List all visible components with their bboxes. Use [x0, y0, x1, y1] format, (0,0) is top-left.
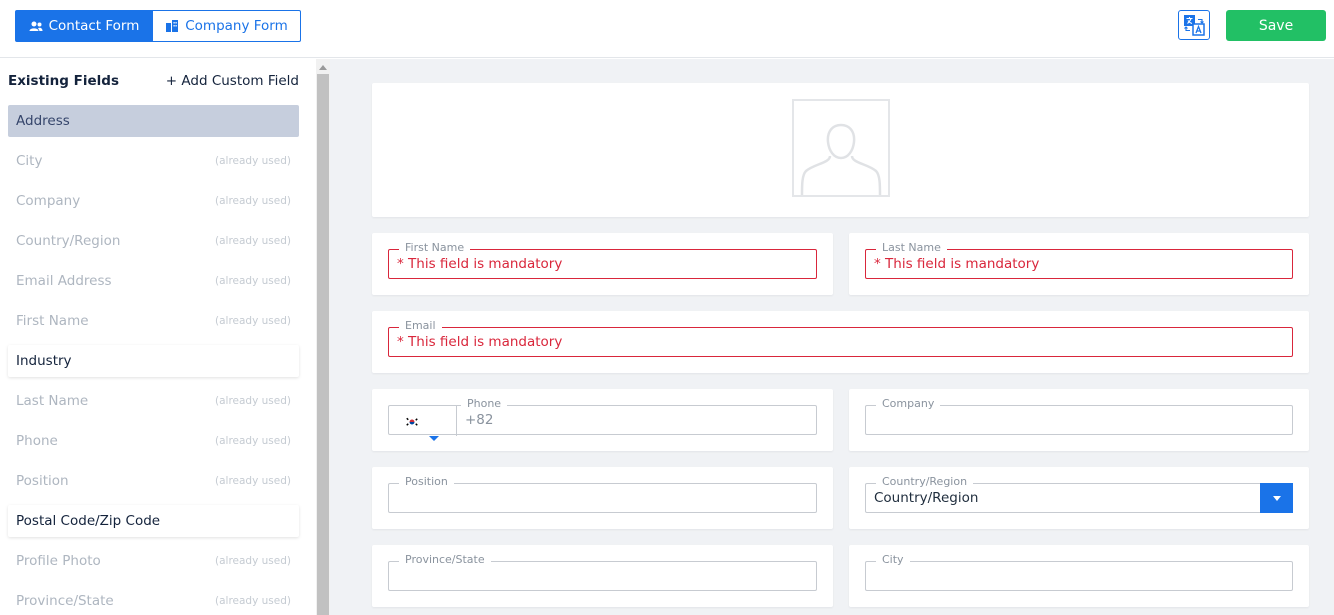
- first-name-label: First Name: [399, 241, 471, 255]
- first-name-card: First Name * This field is mandatory: [372, 233, 833, 295]
- country-value: Country/Region: [874, 490, 979, 506]
- first-name-field[interactable]: First Name * This field is mandatory: [388, 241, 817, 279]
- already-used-tag: (already used): [215, 275, 291, 287]
- position-field[interactable]: Position: [388, 475, 817, 513]
- chevron-down-icon: [429, 436, 439, 441]
- sidebar-scrollbar[interactable]: [316, 59, 330, 615]
- tab-company-form[interactable]: Company Form: [153, 10, 301, 42]
- last-name-error: * This field is mandatory: [874, 256, 1040, 272]
- field-item-label: Phone: [16, 433, 58, 449]
- email-label: Email: [399, 319, 442, 333]
- field-item[interactable]: Company (already used): [8, 185, 299, 217]
- translate-icon: [1184, 15, 1205, 36]
- profile-photo-card: [372, 83, 1309, 217]
- field-item-label: First Name: [16, 313, 89, 329]
- already-used-tag: (already used): [215, 235, 291, 247]
- profile-photo-placeholder[interactable]: [792, 99, 890, 197]
- scroll-thumb[interactable]: [317, 74, 329, 615]
- form-tabs: Contact Form Company Form: [15, 10, 301, 42]
- already-used-tag: (already used): [215, 395, 291, 407]
- email-field[interactable]: Email * This field is mandatory: [388, 319, 1293, 357]
- building-icon: [166, 20, 179, 32]
- field-item-label: Profile Photo: [16, 553, 101, 569]
- position-label: Position: [399, 475, 454, 489]
- field-item[interactable]: Phone (already used): [8, 425, 299, 457]
- tab-contact-form-label: Contact Form: [48, 18, 140, 34]
- save-button[interactable]: Save: [1226, 10, 1326, 41]
- company-card: Company: [849, 389, 1309, 451]
- field-item-label: Company: [16, 193, 81, 209]
- country-code-selector[interactable]: [389, 406, 457, 441]
- city-card: City: [849, 545, 1309, 607]
- country-select[interactable]: Country/Region Country/Region: [865, 475, 1293, 513]
- fields-sidebar: Existing Fields + Add Custom Field Addre…: [0, 59, 316, 615]
- phone-card: Phone +82: [372, 389, 833, 451]
- field-item-label: Province/State: [16, 593, 114, 609]
- tab-contact-form[interactable]: Contact Form: [15, 10, 153, 42]
- avatar-icon: [800, 123, 882, 196]
- position-card: Position: [372, 467, 833, 529]
- already-used-tag: (already used): [215, 555, 291, 567]
- field-item[interactable]: Industry: [8, 345, 299, 377]
- scroll-up-arrow[interactable]: [319, 65, 327, 70]
- field-item-label: Email Address: [16, 273, 112, 289]
- users-icon: [29, 21, 43, 31]
- phone-label: Phone: [461, 397, 508, 411]
- field-item[interactable]: Email Address (already used): [8, 265, 299, 297]
- company-field[interactable]: Company: [865, 397, 1293, 435]
- field-item-label: Country/Region: [16, 233, 121, 249]
- top-bar: Contact Form Company Form Save: [0, 0, 1334, 58]
- field-item[interactable]: Position (already used): [8, 465, 299, 497]
- last-name-field[interactable]: Last Name * This field is mandatory: [865, 241, 1293, 279]
- city-field[interactable]: City: [865, 553, 1293, 591]
- already-used-tag: (already used): [215, 595, 291, 607]
- field-item-label: Industry: [16, 353, 72, 369]
- phone-prefix: +82: [465, 412, 494, 428]
- field-item-label: Last Name: [16, 393, 89, 409]
- already-used-tag: (already used): [215, 195, 291, 207]
- field-item[interactable]: First Name (already used): [8, 305, 299, 337]
- email-error: * This field is mandatory: [397, 334, 563, 350]
- form-canvas: First Name * This field is mandatory Las…: [330, 59, 1334, 615]
- field-list: Address City (already used) Company (already…: [8, 105, 299, 615]
- country-dropdown-button[interactable]: [1260, 483, 1293, 513]
- already-used-tag: (already used): [215, 315, 291, 327]
- province-label: Province/State: [399, 553, 491, 567]
- field-item-label: Position: [16, 473, 69, 489]
- sidebar-header: Existing Fields + Add Custom Field: [8, 73, 299, 89]
- last-name-label: Last Name: [876, 241, 947, 255]
- email-card: Email * This field is mandatory: [372, 311, 1309, 373]
- company-label: Company: [876, 397, 941, 411]
- province-card: Province/State: [372, 545, 833, 607]
- field-item-label: Address: [16, 113, 70, 129]
- add-custom-field-button[interactable]: + Add Custom Field: [166, 73, 299, 89]
- field-item[interactable]: City (already used): [8, 145, 299, 177]
- field-item[interactable]: Country/Region (already used): [8, 225, 299, 257]
- translate-button[interactable]: [1178, 10, 1210, 40]
- last-name-card: Last Name * This field is mandatory: [849, 233, 1309, 295]
- country-card: Country/Region Country/Region: [849, 467, 1309, 529]
- already-used-tag: (already used): [215, 435, 291, 447]
- field-item[interactable]: Last Name (already used): [8, 385, 299, 417]
- field-item[interactable]: Profile Photo (already used): [8, 545, 299, 577]
- already-used-tag: (already used): [215, 155, 291, 167]
- korea-flag-icon: [405, 417, 419, 427]
- country-label: Country/Region: [876, 475, 974, 489]
- phone-field[interactable]: Phone +82: [388, 397, 817, 441]
- field-item[interactable]: Province/State (already used): [8, 585, 299, 615]
- first-name-error: * This field is mandatory: [397, 256, 563, 272]
- city-label: City: [876, 553, 910, 567]
- field-item-label: Postal Code/Zip Code: [16, 513, 161, 529]
- field-item[interactable]: Postal Code/Zip Code: [8, 505, 299, 537]
- field-item[interactable]: Address: [8, 105, 299, 137]
- field-item-label: City: [16, 153, 43, 169]
- province-field[interactable]: Province/State: [388, 553, 817, 591]
- existing-fields-title: Existing Fields: [8, 73, 119, 89]
- tab-company-form-label: Company Form: [185, 18, 288, 34]
- already-used-tag: (already used): [215, 475, 291, 487]
